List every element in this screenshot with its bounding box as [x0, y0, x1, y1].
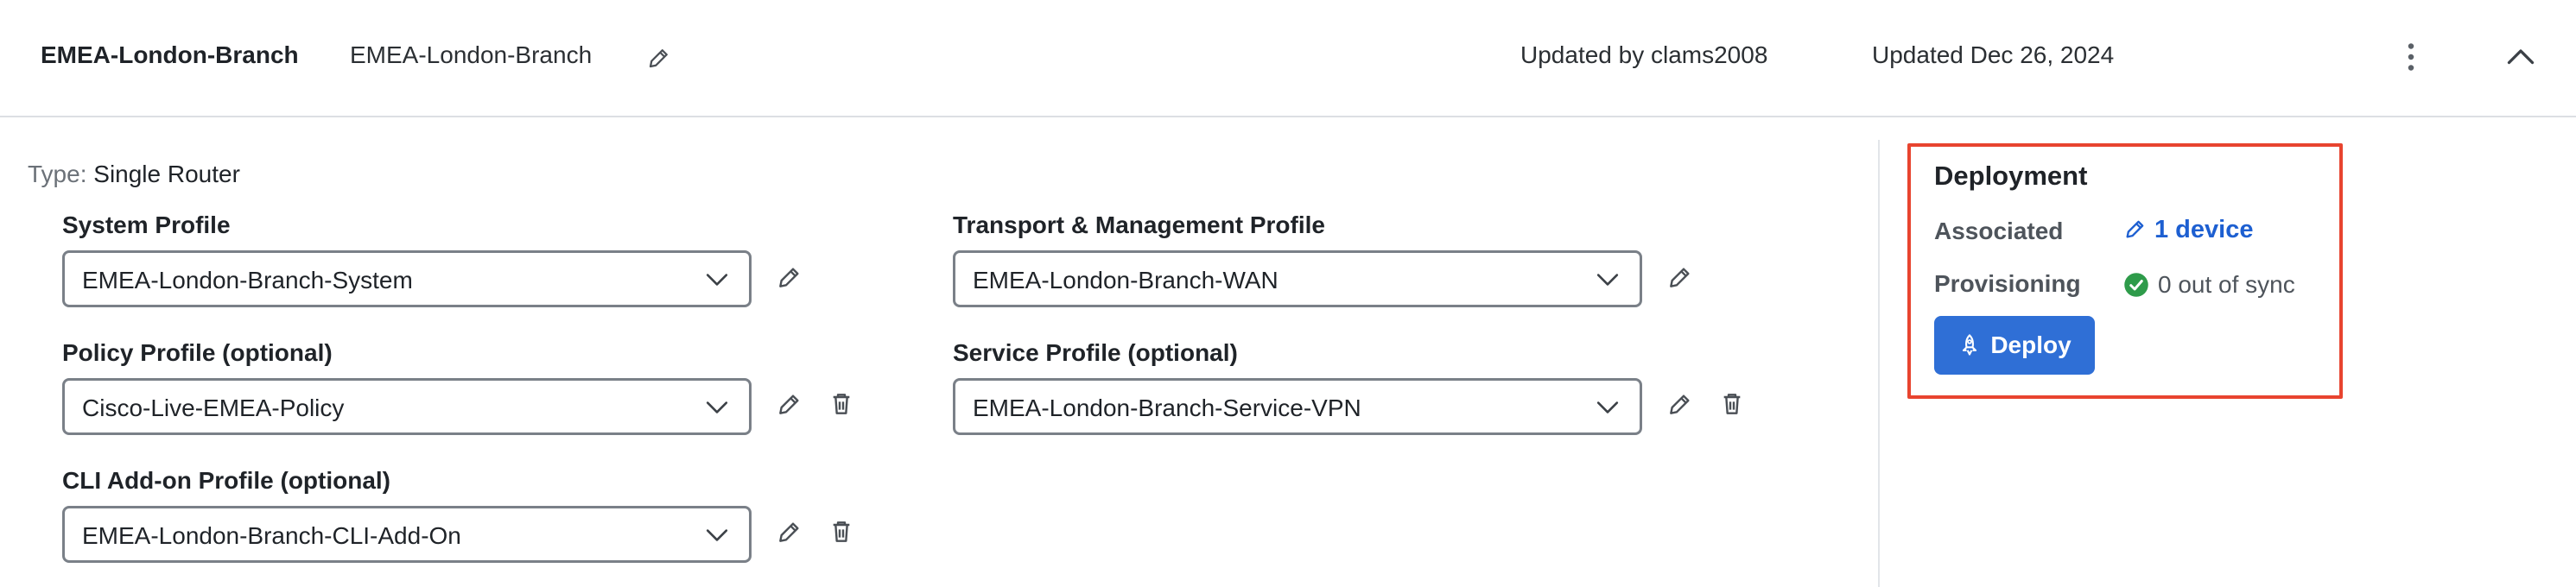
service-profile-select[interactable]: EMEA-London-Branch-Service-VPN — [953, 378, 1642, 435]
edit-cli-profile-icon[interactable] — [776, 518, 803, 546]
deployment-title: Deployment — [1934, 161, 2088, 191]
config-group-name: EMEA-London-Branch — [350, 41, 593, 68]
edit-service-profile-icon[interactable] — [1666, 390, 1694, 418]
service-profile-value: EMEA-London-Branch-Service-VPN — [973, 394, 1361, 421]
rocket-icon — [1963, 334, 1977, 356]
type-row: Type: Single Router — [28, 161, 240, 188]
associated-label: Associated — [1934, 218, 2064, 244]
deploy-button[interactable]: Deploy — [1934, 316, 2095, 375]
updated-by-text: Updated by clams2008 — [1520, 41, 1768, 68]
associated-devices-count: 1 device — [2154, 216, 2254, 243]
check-circle-icon — [2124, 273, 2148, 297]
deploy-button-label: Deploy — [1990, 331, 2072, 358]
edit-system-profile-icon[interactable] — [776, 263, 803, 291]
section-divider — [1878, 140, 1880, 587]
edit-transport-profile-icon[interactable] — [1666, 263, 1694, 291]
chevron-down-icon — [1596, 274, 1619, 286]
panel-header: EMEA-London-Branch EMEA-London-Branch Up… — [0, 0, 2576, 117]
policy-profile-value: Cisco-Live-EMEA-Policy — [82, 394, 345, 421]
service-profile-label: Service Profile (optional) — [953, 339, 1238, 366]
chevron-down-icon — [706, 401, 728, 413]
edit-policy-profile-icon[interactable] — [776, 390, 803, 418]
cli-profile-label: CLI Add-on Profile (optional) — [62, 467, 391, 494]
updated-date-text: Updated Dec 26, 2024 — [1872, 41, 2115, 68]
edit-name-icon[interactable] — [646, 45, 672, 71]
provisioning-label: Provisioning — [1934, 270, 2081, 297]
chevron-down-icon — [1596, 401, 1619, 413]
system-profile-label: System Profile — [62, 211, 231, 238]
config-group-panel: EMEA-London-Branch EMEA-London-Branch Up… — [0, 0, 2576, 587]
delete-cli-profile-trash-icon[interactable] — [828, 518, 855, 546]
pencil-icon — [2126, 220, 2144, 238]
system-profile-select[interactable]: EMEA-London-Branch-System — [62, 250, 752, 307]
type-value: Single Router — [93, 161, 240, 187]
provisioning-status: 0 out of sync — [2123, 271, 2295, 299]
chevron-down-icon — [706, 274, 728, 286]
chevron-down-icon — [706, 529, 728, 541]
transport-profile-select[interactable]: EMEA-London-Branch-WAN — [953, 250, 1642, 307]
associated-devices-link[interactable]: 1 device — [2123, 216, 2253, 244]
more-options-icon[interactable] — [2398, 40, 2424, 74]
cli-profile-value: EMEA-London-Branch-CLI-Add-On — [82, 522, 461, 549]
provisioning-status-text: 0 out of sync — [2158, 271, 2295, 298]
policy-profile-label: Policy Profile (optional) — [62, 339, 333, 366]
transport-profile-label: Transport & Management Profile — [953, 211, 1325, 238]
page-title: EMEA-London-Branch — [41, 41, 299, 68]
cli-profile-select[interactable]: EMEA-London-Branch-CLI-Add-On — [62, 506, 752, 563]
collapse-chevron-up-icon[interactable] — [2505, 43, 2536, 69]
delete-policy-profile-trash-icon[interactable] — [828, 390, 855, 418]
delete-service-profile-trash-icon[interactable] — [1718, 390, 1746, 418]
system-profile-value: EMEA-London-Branch-System — [82, 267, 413, 294]
type-label: Type: — [28, 161, 87, 187]
policy-profile-select[interactable]: Cisco-Live-EMEA-Policy — [62, 378, 752, 435]
transport-profile-value: EMEA-London-Branch-WAN — [973, 267, 1278, 294]
